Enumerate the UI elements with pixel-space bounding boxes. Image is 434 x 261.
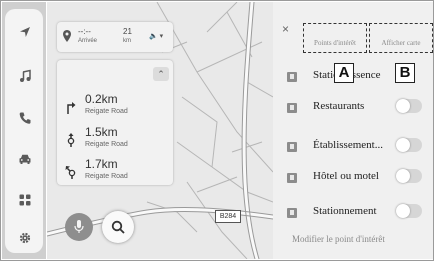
- settings-gear-icon[interactable]: [18, 231, 32, 245]
- roundabout-left-arrow-icon: [65, 165, 77, 179]
- poi-label: Stationnement: [313, 205, 377, 217]
- music-note-icon[interactable]: [18, 69, 32, 83]
- poi-label: Hôtel ou motel: [313, 170, 379, 182]
- callout-a: A: [334, 63, 354, 83]
- arrival-label: Arrivée: [78, 38, 98, 44]
- remaining-distance: 21: [123, 27, 132, 36]
- poi-row-restaurants[interactable]: Restaurants: [273, 96, 433, 124]
- parking-toggle[interactable]: [396, 204, 422, 218]
- screen-frame: --:-- Arrivée 21 km 🔈 ▾ ⌃ 0.2km Reigate …: [0, 0, 434, 261]
- location-pin-icon: [63, 30, 71, 42]
- poi-label: Établissement...: [313, 139, 383, 151]
- modify-poi-link[interactable]: Modifier le point d'intérêt: [292, 234, 385, 244]
- navigation-arrow-icon[interactable]: [18, 25, 32, 39]
- car-icon[interactable]: [18, 152, 32, 166]
- turn-distance: 1.5km: [85, 125, 118, 139]
- poi-panel: × Points d'intérêt Afficher carte Statio…: [273, 2, 433, 259]
- arrival-time: --:--: [78, 27, 91, 36]
- poi-label: Restaurants: [313, 100, 365, 112]
- turn-road: Reigate Road: [85, 173, 128, 180]
- hotel-toggle[interactable]: [396, 169, 422, 183]
- establishments-toggle[interactable]: [396, 138, 422, 152]
- turn-item[interactable]: 0.2km Reigate Road: [57, 92, 173, 124]
- microphone-button[interactable]: [65, 213, 93, 241]
- side-menu: [5, 9, 43, 253]
- road-label: B284: [215, 210, 241, 223]
- roundabout-arrow-icon: [65, 133, 77, 147]
- turn-road: Reigate Road: [85, 108, 128, 115]
- restaurants-toggle[interactable]: [396, 99, 422, 113]
- tab-show-map[interactable]: Afficher carte: [369, 23, 433, 53]
- turn-item[interactable]: 1.5km Reigate Road: [57, 125, 173, 157]
- poi-row-parking[interactable]: Stationnement: [273, 201, 433, 229]
- poi-row-establishments[interactable]: Établissement...: [273, 135, 433, 163]
- volume-icon[interactable]: 🔈 ▾: [149, 32, 163, 40]
- parking-icon: [287, 208, 297, 218]
- turn-item[interactable]: 1.7km Reigate Road: [57, 157, 173, 189]
- building-icon: [287, 142, 297, 152]
- phone-icon[interactable]: [18, 111, 32, 125]
- restaurant-icon: [287, 103, 297, 113]
- turn-right-arrow-icon: [65, 100, 77, 114]
- turn-distance: 0.2km: [85, 92, 118, 106]
- turn-road: Reigate Road: [85, 141, 128, 148]
- poi-row-hotel[interactable]: Hôtel ou motel: [273, 166, 433, 194]
- distance-unit: km: [123, 38, 131, 44]
- apps-grid-icon[interactable]: [18, 193, 32, 207]
- collapse-chevron-icon[interactable]: ⌃: [153, 67, 169, 81]
- fuel-pump-icon: [287, 72, 297, 82]
- search-button[interactable]: [102, 211, 134, 243]
- callout-b: B: [395, 63, 415, 83]
- microphone-icon: [74, 220, 84, 233]
- search-icon: [111, 220, 125, 234]
- close-icon[interactable]: ×: [282, 22, 289, 36]
- bed-icon: [287, 173, 297, 183]
- map-view[interactable]: --:-- Arrivée 21 km 🔈 ▾ ⌃ 0.2km Reigate …: [47, 2, 273, 259]
- eta-card[interactable]: --:-- Arrivée 21 km 🔈 ▾: [57, 22, 173, 52]
- tab-points-of-interest[interactable]: Points d'intérêt: [303, 23, 367, 53]
- turn-list: ⌃ 0.2km Reigate Road 1.5km Reigate Road: [57, 60, 173, 185]
- turn-distance: 1.7km: [85, 157, 118, 171]
